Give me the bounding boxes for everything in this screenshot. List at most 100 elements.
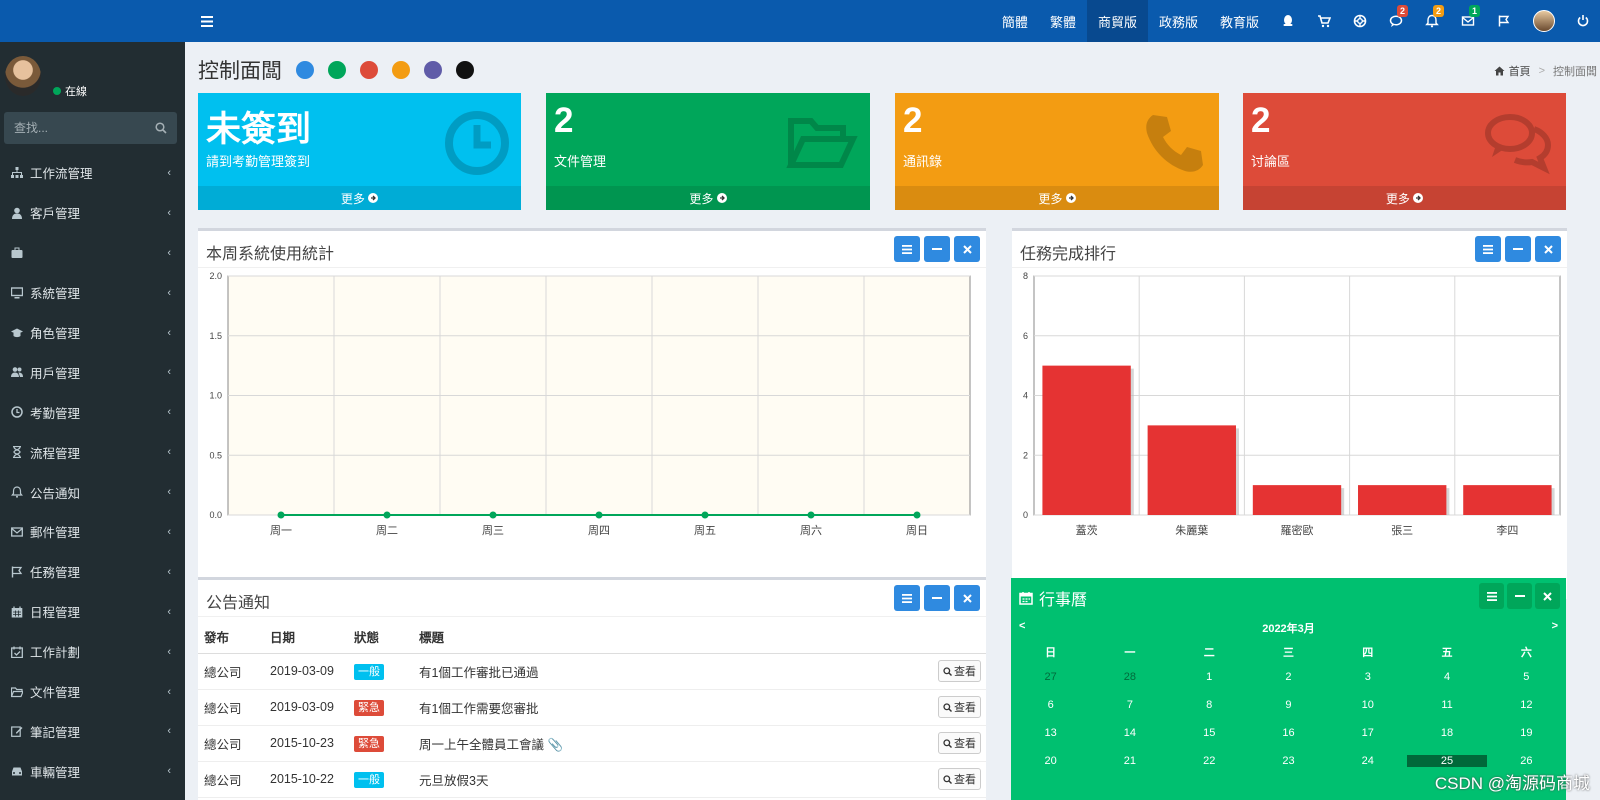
sidebar-item[interactable]: 角色管理 ‹ <box>0 313 185 353</box>
user-menu-button[interactable] <box>1522 0 1566 42</box>
stat-more-link[interactable]: 更多 <box>895 186 1219 210</box>
help-button[interactable] <box>1342 0 1378 42</box>
view-button[interactable]: 查看 <box>938 696 981 718</box>
bar[interactable] <box>1252 485 1342 515</box>
data-point[interactable] <box>489 511 497 519</box>
theme-color-dot[interactable] <box>456 61 474 79</box>
calendar-day[interactable]: 14 <box>1090 727 1169 739</box>
nav-commerce-edition[interactable]: 商貿版 <box>1086 0 1148 42</box>
nav-education-edition[interactable]: 教育版 <box>1209 0 1270 42</box>
bar[interactable] <box>1147 425 1236 515</box>
data-point[interactable] <box>595 511 603 519</box>
table-row[interactable]: 總公司 2019-03-09 緊急 有1個工作需要您審批 查看 <box>198 689 986 726</box>
theme-color-dot[interactable] <box>360 61 378 79</box>
calendar-day[interactable]: 16 <box>1249 727 1328 739</box>
calendar-day[interactable]: 4 <box>1407 671 1486 683</box>
calendar-day[interactable]: 6 <box>1011 699 1090 711</box>
view-button[interactable]: 查看 <box>938 732 981 754</box>
table-row[interactable]: 總公司 2015-10-22 一般 元旦放假3天 查看 <box>198 761 986 798</box>
box-close-button[interactable] <box>954 585 980 611</box>
box-close-button[interactable] <box>1535 583 1560 609</box>
calendar-day[interactable]: 28 <box>1090 671 1169 683</box>
table-row[interactable]: 總公司 2015-10-23 緊急 周一上午全體員工會議 📎 查看 <box>198 725 986 762</box>
box-collapse-button[interactable] <box>924 236 950 262</box>
messages-button[interactable]: 2 <box>1378 0 1414 42</box>
calendar-next-button[interactable]: > <box>1552 620 1558 632</box>
box-menu-button[interactable] <box>894 236 920 262</box>
search-icon[interactable] <box>149 122 173 134</box>
calendar-day[interactable]: 21 <box>1090 755 1169 767</box>
breadcrumb-home[interactable]: 首頁 <box>1509 63 1531 79</box>
calendar-day[interactable]: 22 <box>1170 755 1249 767</box>
box-menu-button[interactable] <box>1475 236 1501 262</box>
sidebar-item[interactable]: 客戶管理 ‹ <box>0 193 185 233</box>
theme-color-dot[interactable] <box>392 61 410 79</box>
theme-color-dot[interactable] <box>424 61 442 79</box>
sidebar-item[interactable]: 郵件管理 ‹ <box>0 512 185 552</box>
announcement-title-link[interactable]: 周一上午全體員工會議 <box>419 738 544 752</box>
avatar[interactable] <box>5 56 41 96</box>
calendar-day[interactable]: 26 <box>1487 755 1566 767</box>
table-row[interactable]: 總公司 2019-03-09 一般 有1個工作審批已通過 查看 <box>198 653 986 690</box>
calendar-day[interactable]: 20 <box>1011 755 1090 767</box>
calendar-day[interactable]: 9 <box>1249 699 1328 711</box>
calendar-day[interactable]: 19 <box>1487 727 1566 739</box>
data-point[interactable] <box>277 511 285 519</box>
calendar-day[interactable]: 7 <box>1090 699 1169 711</box>
theme-color-dot[interactable] <box>296 61 314 79</box>
bar[interactable] <box>1042 365 1131 515</box>
announcement-title-link[interactable]: 有1個工作審批已通過 <box>419 666 538 680</box>
sidebar-item[interactable]: 系統管理 ‹ <box>0 273 185 313</box>
sidebar-item[interactable]: 公告通知 ‹ <box>0 472 185 512</box>
view-button[interactable]: 查看 <box>938 768 981 790</box>
calendar-day[interactable]: 13 <box>1011 727 1090 739</box>
stat-more-link[interactable]: 更多 <box>1243 186 1566 210</box>
box-collapse-button[interactable] <box>1507 583 1532 609</box>
calendar-day[interactable]: 3 <box>1328 671 1407 683</box>
calendar-day[interactable]: 11 <box>1407 699 1486 711</box>
sidebar-item[interactable]: 任務管理 ‹ <box>0 552 185 592</box>
calendar-day[interactable]: 8 <box>1170 699 1249 711</box>
bar[interactable] <box>1358 485 1447 515</box>
data-point[interactable] <box>383 511 391 519</box>
box-close-button[interactable] <box>1535 236 1561 262</box>
announcement-title-link[interactable]: 有1個工作需要您審批 <box>419 702 538 716</box>
sidebar-item[interactable]: 工作計劃 ‹ <box>0 632 185 672</box>
calendar-day[interactable]: 10 <box>1328 699 1407 711</box>
box-collapse-button[interactable] <box>1505 236 1531 262</box>
nav-simplified[interactable]: 簡體 <box>991 0 1039 42</box>
calendar-day[interactable]: 25 <box>1407 755 1487 767</box>
data-point[interactable] <box>807 511 815 519</box>
box-menu-button[interactable] <box>894 585 920 611</box>
nav-traditional[interactable]: 繁體 <box>1039 0 1087 42</box>
calendar-day[interactable]: 24 <box>1328 755 1407 767</box>
sidebar-item[interactable]: 文件管理 ‹ <box>0 672 185 712</box>
stat-more-link[interactable]: 更多 <box>546 186 870 210</box>
calendar-day[interactable]: 27 <box>1011 671 1090 683</box>
box-close-button[interactable] <box>954 236 980 262</box>
bar[interactable] <box>1463 485 1552 515</box>
calendar-day[interactable]: 2 <box>1249 671 1328 683</box>
theme-color-dot[interactable] <box>328 61 346 79</box>
box-menu-button[interactable] <box>1479 583 1504 609</box>
data-point[interactable] <box>701 511 709 519</box>
calendar-day[interactable]: 17 <box>1328 727 1407 739</box>
calendar-day[interactable]: 18 <box>1407 727 1486 739</box>
sidebar-item[interactable]: 工作流管理 ‹ <box>0 153 185 193</box>
tasks-button[interactable] <box>1486 0 1522 42</box>
box-collapse-button[interactable] <box>924 585 950 611</box>
sidebar-toggle-button[interactable] <box>189 0 225 42</box>
calendar-day[interactable]: 15 <box>1170 727 1249 739</box>
sidebar-item[interactable]: 流程管理 ‹ <box>0 432 185 472</box>
mail-button[interactable]: 1 <box>1450 0 1486 42</box>
sidebar-item[interactable]: ‹ <box>0 233 185 273</box>
cart-button[interactable] <box>1306 0 1342 42</box>
notifications-button[interactable]: 2 <box>1414 0 1450 42</box>
sidebar-item[interactable]: 用戶管理 ‹ <box>0 352 185 392</box>
sidebar-item[interactable]: 考勤管理 ‹ <box>0 392 185 432</box>
stat-more-link[interactable]: 更多 <box>198 186 521 210</box>
announcement-title-link[interactable]: 元旦放假3天 <box>419 774 488 788</box>
view-button[interactable]: 查看 <box>938 660 981 682</box>
sidebar-item[interactable]: 筆記管理 ‹ <box>0 711 185 751</box>
logout-button[interactable] <box>1566 0 1600 42</box>
